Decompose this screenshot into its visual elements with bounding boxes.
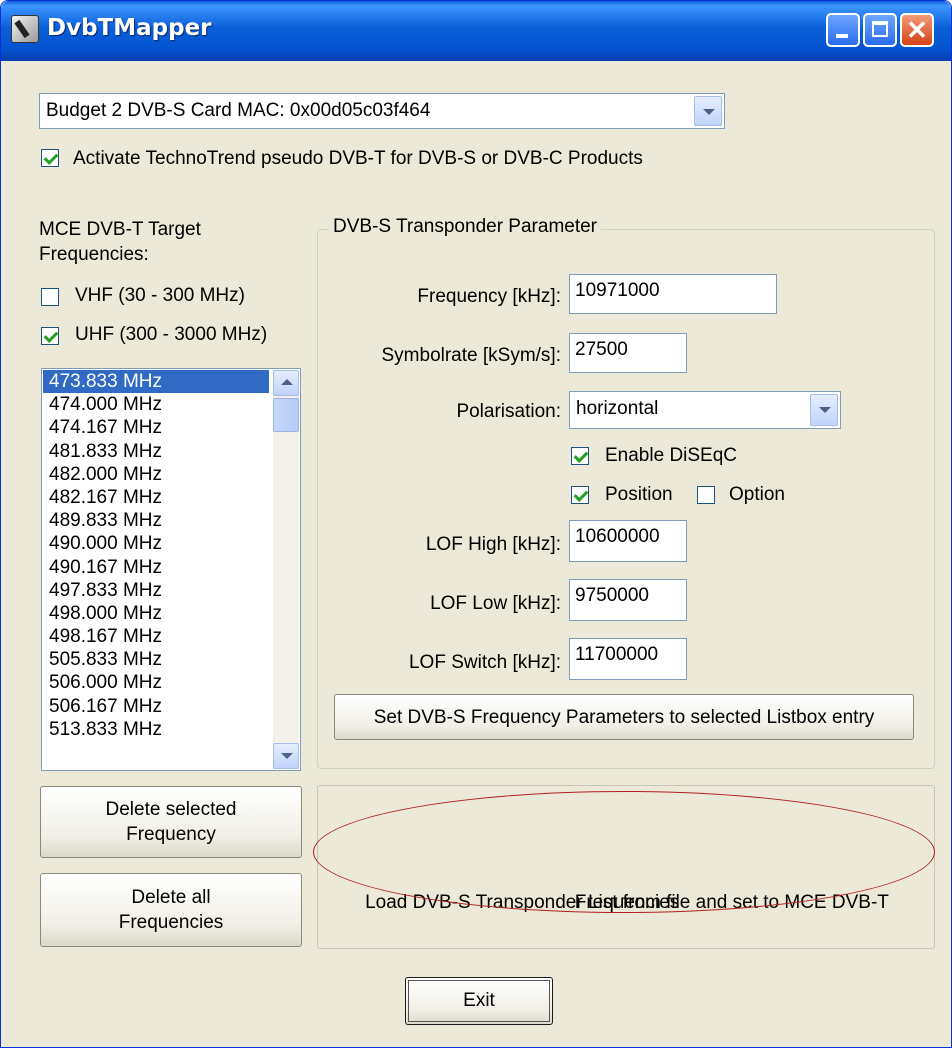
list-item[interactable]: 498.167 MHz	[43, 625, 269, 648]
device-select-value: Budget 2 DVB-S Card MAC: 0x00d05c03f464	[46, 100, 431, 121]
title-bar[interactable]: DvbTMapper ✕	[1, 1, 951, 61]
close-icon: ✕	[906, 15, 928, 45]
list-item[interactable]: 506.167 MHz	[43, 695, 269, 718]
window-title: DvbTMapper	[47, 15, 212, 41]
lof-switch-input[interactable]: 11700000	[569, 638, 687, 680]
chevron-down-icon[interactable]	[810, 394, 838, 426]
list-item[interactable]: 513.833 MHz	[43, 718, 269, 741]
diseqc-checkbox-label[interactable]: Enable DiSEqC	[605, 445, 737, 467]
exit-button[interactable]: Exit	[405, 977, 553, 1025]
lof-switch-label: LOF Switch [kHz]:	[408, 652, 561, 673]
activate-checkbox[interactable]	[41, 149, 59, 167]
lof-high-label: LOF High [kHz]:	[425, 534, 561, 555]
targets-label-line1: MCE DVB-T Target	[39, 219, 201, 240]
delete-selected-label-line2: Frequency	[126, 824, 216, 845]
activate-checkbox-label[interactable]: Activate TechnoTrend pseudo DVB-T for DV…	[73, 148, 643, 170]
list-item[interactable]: 490.167 MHz	[43, 556, 269, 579]
highlight-ellipse	[313, 791, 935, 913]
list-scrollbar[interactable]	[273, 370, 299, 769]
list-item[interactable]: 497.833 MHz	[43, 579, 269, 602]
polarisation-label: Polarisation:	[456, 401, 561, 422]
device-select[interactable]: Budget 2 DVB-S Card MAC: 0x00d05c03f464	[39, 93, 725, 129]
list-item[interactable]: 474.000 MHz	[43, 393, 269, 416]
diseqc-checkbox[interactable]	[571, 447, 589, 465]
transponder-group-caption: DVB-S Transponder Parameter	[329, 216, 602, 238]
delete-all-label-line1: Delete all	[131, 887, 211, 908]
vhf-checkbox-label[interactable]: VHF (30 - 300 MHz)	[75, 285, 245, 307]
frequency-input[interactable]: 10971000	[569, 274, 777, 314]
option-checkbox-label[interactable]: Option	[729, 484, 785, 506]
maximize-button[interactable]	[863, 13, 897, 47]
dvbtmapper-window: DvbTMapper ✕ Budget 2 DVB-S Card MAC: 0x…	[0, 0, 952, 1048]
minimize-button[interactable]	[826, 13, 860, 47]
uhf-checkbox[interactable]	[41, 327, 59, 345]
frequency-list-items: 473.833 MHz 474.000 MHz 474.167 MHz 481.833…	[43, 370, 269, 741]
list-item[interactable]: 482.167 MHz	[43, 486, 269, 509]
symbolrate-label: Symbolrate [kSym/s]:	[381, 345, 562, 366]
position-checkbox-label[interactable]: Position	[605, 484, 673, 506]
set-frequency-parameters-button-label: Set DVB-S Frequency Parameters to select…	[373, 706, 875, 728]
frequency-label: Frequency [kHz]:	[417, 286, 561, 307]
uhf-checkbox-label[interactable]: UHF (300 - 3000 MHz)	[75, 324, 267, 346]
option-checkbox[interactable]	[697, 486, 715, 504]
list-item[interactable]: 482.000 MHz	[43, 463, 269, 486]
polarisation-select[interactable]: horizontal	[569, 391, 841, 429]
position-checkbox[interactable]	[571, 486, 589, 504]
polarisation-select-value: horizontal	[576, 398, 659, 419]
set-frequency-parameters-button[interactable]: Set DVB-S Frequency Parameters to select…	[334, 694, 914, 740]
lof-low-input[interactable]: 9750000	[569, 579, 687, 621]
close-button[interactable]: ✕	[900, 13, 934, 47]
scroll-thumb[interactable]	[273, 398, 299, 432]
list-item[interactable]: 473.833 MHz	[43, 370, 269, 394]
minimize-icon	[836, 34, 848, 38]
symbolrate-input[interactable]: 27500	[569, 333, 687, 373]
lof-low-label: LOF Low [kHz]:	[430, 593, 561, 614]
chevron-down-icon[interactable]	[694, 96, 722, 126]
frequency-listbox[interactable]: 473.833 MHz 474.000 MHz 474.167 MHz 481.833…	[41, 368, 301, 771]
scroll-up-icon[interactable]	[273, 370, 299, 396]
delete-selected-label-line1: Delete selected	[105, 799, 237, 820]
list-item[interactable]: 474.167 MHz	[43, 416, 269, 439]
delete-all-button[interactable]: Delete all Frequencies	[40, 873, 302, 947]
targets-label-line2: Frequencies:	[39, 244, 149, 265]
list-item[interactable]: 506.000 MHz	[43, 671, 269, 694]
delete-selected-button[interactable]: Delete selected Frequency	[40, 786, 302, 858]
list-item[interactable]: 481.833 MHz	[43, 440, 269, 463]
vhf-checkbox[interactable]	[41, 288, 59, 306]
list-item[interactable]: 505.833 MHz	[43, 648, 269, 671]
list-item[interactable]: 490.000 MHz	[43, 532, 269, 555]
maximize-icon	[872, 21, 888, 37]
scroll-down-icon[interactable]	[273, 743, 299, 769]
app-icon	[11, 15, 39, 43]
list-item[interactable]: 489.833 MHz	[43, 509, 269, 532]
delete-all-label-line2: Frequencies	[118, 912, 224, 933]
list-item[interactable]: 498.000 MHz	[43, 602, 269, 625]
lof-high-input[interactable]: 10600000	[569, 520, 687, 562]
